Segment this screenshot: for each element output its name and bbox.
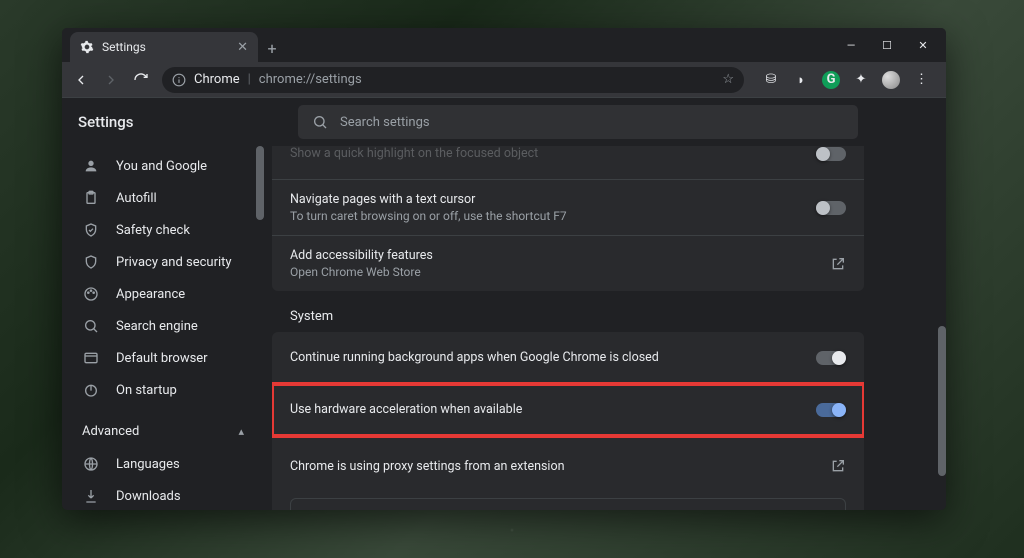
omnibox-path: chrome://settings [259, 72, 362, 87]
setting-title: Use hardware acceleration when available [290, 402, 522, 417]
browser-window: Settings ✕ + ― ☐ ✕ Chrome | chrome://set… [62, 28, 946, 510]
tab-title: Settings [102, 40, 146, 54]
sidebar-label: Autofill [116, 191, 157, 206]
shield-icon [82, 253, 100, 271]
sidebar-label: Safety check [116, 223, 190, 238]
search-icon [82, 317, 100, 335]
toggle-caret-browsing[interactable] [816, 201, 846, 215]
clipboard-icon [82, 189, 100, 207]
extension-icon[interactable]: ◗ [792, 71, 810, 89]
toggle-quick-highlight[interactable] [816, 147, 846, 161]
setting-title: Continue running background apps when Go… [290, 350, 659, 365]
extension-icon[interactable]: ⛁ [762, 71, 780, 89]
forward-button[interactable] [102, 71, 120, 89]
sidebar-item-autofill[interactable]: Autofill [62, 182, 264, 214]
sidebar-item-safety-check[interactable]: Safety check [62, 214, 264, 246]
minimize-button[interactable]: ― [834, 32, 868, 58]
sidebar-item-you-and-google[interactable]: You and Google [62, 150, 264, 182]
search-settings[interactable]: Search settings [298, 105, 858, 139]
setting-title: Chrome is using proxy settings from an e… [290, 459, 565, 474]
setting-row-hardware-acceleration: Use hardware acceleration when available [272, 384, 864, 436]
menu-icon[interactable]: ⋮ [912, 71, 930, 89]
sidebar-item-default-browser[interactable]: Default browser [62, 342, 264, 374]
advanced-label: Advanced [82, 424, 139, 439]
palette-icon [82, 285, 100, 303]
window-controls: ― ☐ ✕ [834, 28, 946, 62]
setting-row-proxy-extension[interactable]: Chrome is using proxy settings from an e… [272, 436, 864, 488]
sidebar-item-on-startup[interactable]: On startup [62, 374, 264, 406]
sidebar-item-appearance[interactable]: Appearance [62, 278, 264, 310]
address-bar: Chrome | chrome://settings ☆ ⛁ ◗ G ✦ ⋮ [62, 62, 946, 98]
external-link-icon [830, 256, 846, 272]
sidebar-label: Languages [116, 457, 180, 472]
sidebar-advanced-toggle[interactable]: Advanced ▴ [62, 414, 264, 448]
setting-subtitle: To turn caret browsing on or off, use th… [290, 209, 567, 223]
setting-title: Add accessibility features [290, 248, 433, 263]
sidebar-item-languages[interactable]: Languages [62, 448, 264, 480]
toggle-hardware-acceleration[interactable] [816, 403, 846, 417]
gear-icon [80, 40, 94, 54]
download-icon [82, 487, 100, 505]
setting-row-background-apps: Continue running background apps when Go… [272, 332, 864, 384]
close-window-button[interactable]: ✕ [906, 32, 940, 58]
section-title-system: System [272, 291, 864, 332]
browser-tab-settings[interactable]: Settings ✕ [70, 32, 258, 62]
settings-header: Settings Search settings [62, 98, 946, 146]
scrollbar-thumb[interactable] [938, 326, 946, 476]
info-icon [172, 73, 186, 87]
new-tab-button[interactable]: + [258, 34, 286, 62]
grammarly-icon[interactable]: G [822, 71, 840, 89]
chevron-up-icon: ▴ [238, 425, 244, 438]
setting-row-caret-browsing: Navigate pages with a text cursor To tur… [272, 180, 864, 236]
star-icon[interactable]: ☆ [722, 72, 734, 87]
sidebar-label: On startup [116, 383, 177, 398]
sidebar-label: Default browser [116, 351, 208, 366]
settings-sidebar: You and Google Autofill Safety check Pri… [62, 146, 264, 510]
search-icon [312, 114, 328, 130]
setting-title: Navigate pages with a text cursor [290, 192, 567, 207]
sidebar-label: You and Google [116, 159, 207, 174]
browser-icon [82, 349, 100, 367]
setting-subtitle: Open Chrome Web Store [290, 265, 433, 279]
search-placeholder: Search settings [340, 115, 430, 130]
sidebar-item-downloads[interactable]: Downloads [62, 480, 264, 510]
sidebar-label: Privacy and security [116, 255, 232, 270]
sidebar-label: Downloads [116, 489, 181, 504]
back-button[interactable] [72, 71, 90, 89]
maximize-button[interactable]: ☐ [870, 32, 904, 58]
extensions-puzzle-icon[interactable]: ✦ [852, 71, 870, 89]
titlebar: Settings ✕ + ― ☐ ✕ [62, 28, 946, 62]
omnibox[interactable]: Chrome | chrome://settings ☆ [162, 67, 744, 93]
settings-main: Show a quick highlight on the focused ob… [264, 146, 946, 510]
external-link-icon [830, 458, 846, 474]
sidebar-label: Appearance [116, 287, 185, 302]
globe-icon [82, 455, 100, 473]
accessibility-panel: Show a quick highlight on the focused ob… [272, 146, 864, 291]
sidebar-item-search-engine[interactable]: Search engine [62, 310, 264, 342]
proxy-extension-notice: TunnelBear VPN is controlling this setti… [290, 498, 846, 510]
system-panel: Continue running background apps when Go… [272, 332, 864, 510]
setting-row-quick-highlight: Show a quick highlight on the focused ob… [272, 146, 864, 180]
sidebar-label: Search engine [116, 319, 198, 334]
page-content: Settings Search settings You and Google … [62, 98, 946, 510]
toggle-background-apps[interactable] [816, 351, 846, 365]
power-icon [82, 381, 100, 399]
scrollbar-thumb[interactable] [256, 146, 264, 220]
close-icon[interactable]: ✕ [237, 40, 248, 55]
page-title: Settings [78, 113, 278, 131]
setting-row-add-accessibility[interactable]: Add accessibility features Open Chrome W… [272, 236, 864, 291]
profile-avatar[interactable] [882, 71, 900, 89]
shield-check-icon [82, 221, 100, 239]
reload-button[interactable] [132, 71, 150, 89]
sidebar-item-privacy-security[interactable]: Privacy and security [62, 246, 264, 278]
person-icon [82, 157, 100, 175]
omnibox-origin: Chrome [194, 72, 240, 87]
extension-icons: ⛁ ◗ G ✦ ⋮ [756, 71, 936, 89]
setting-title: Show a quick highlight on the focused ob… [290, 146, 538, 161]
